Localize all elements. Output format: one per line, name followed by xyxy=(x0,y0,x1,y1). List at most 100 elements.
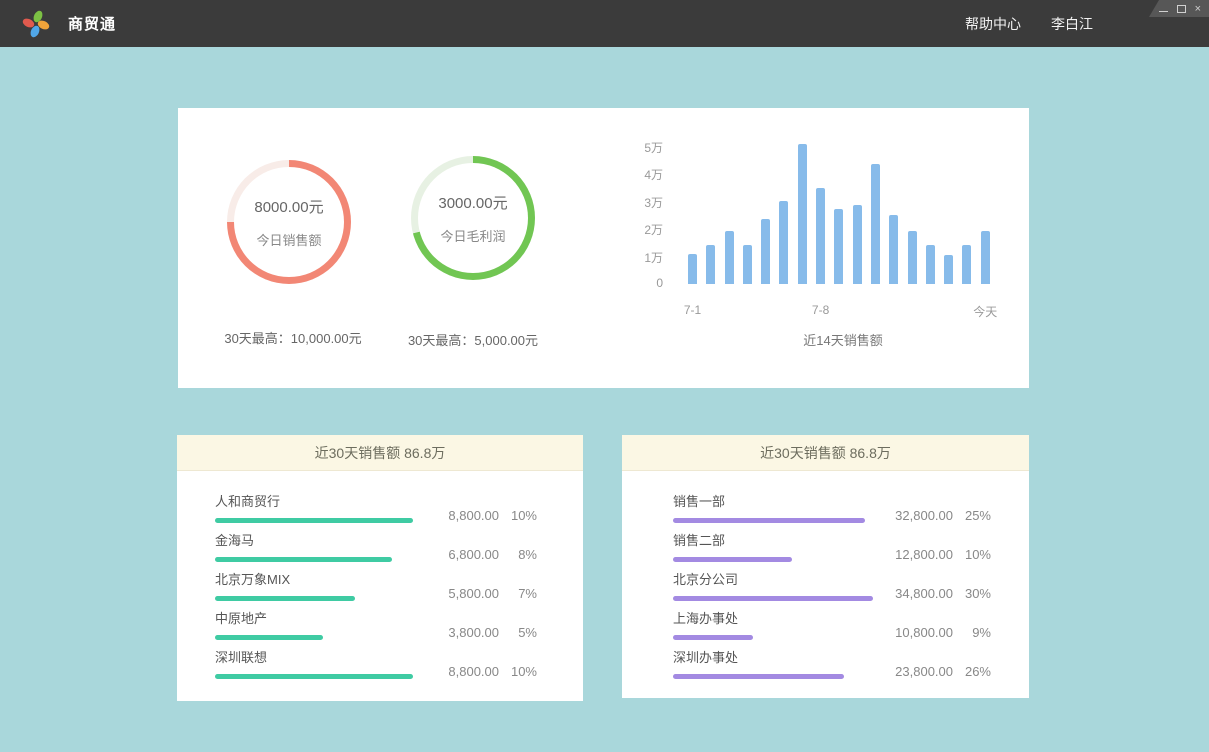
list-item[interactable]: 上海办事处 10,800.009% xyxy=(673,600,991,640)
window-controls: × xyxy=(1149,0,1209,17)
y-tick-label: 3万 xyxy=(618,194,663,211)
daily-sales-bar[interactable] xyxy=(816,188,825,284)
profit-30day-max: 30天最高：5,000.00元 xyxy=(363,330,583,349)
bar-chart-y-axis: 5万4万3万2万1万0 xyxy=(618,139,663,290)
list-item[interactable]: 深圳办事处 23,800.0026% xyxy=(673,639,991,679)
progress-bar xyxy=(673,674,844,679)
progress-bar xyxy=(215,596,355,601)
item-amount: 10,800.00 xyxy=(883,625,953,640)
item-percent: 25% xyxy=(953,508,991,523)
item-amount: 12,800.00 xyxy=(883,547,953,562)
item-percent: 5% xyxy=(499,625,537,640)
today-profit-donut: 3000.00元 今日毛利润 xyxy=(411,156,535,280)
today-profit-label: 今日毛利润 xyxy=(440,226,505,245)
customers-sales-card: 近30天销售额 86.8万 人和商贸行8,800.0010%金海马6,800.0… xyxy=(177,435,583,701)
list-item[interactable]: 北京万象MIX 5,800.007% xyxy=(215,561,537,601)
progress-bar xyxy=(673,596,873,601)
item-percent: 30% xyxy=(953,586,991,601)
daily-sales-bar[interactable] xyxy=(761,219,770,284)
y-tick-label: 4万 xyxy=(618,166,663,183)
minimize-icon[interactable] xyxy=(1159,11,1168,12)
item-amount: 8,800.00 xyxy=(429,508,499,523)
item-percent: 26% xyxy=(953,664,991,679)
list-item[interactable]: 销售二部 12,800.0010% xyxy=(673,522,991,562)
pinwheel-logo-icon xyxy=(21,9,51,39)
departments-list: 销售一部 32,800.0025% 销售二部 12,800.0010% 北京分公司 34,… xyxy=(622,471,1029,679)
y-tick-label: 2万 xyxy=(618,221,663,238)
today-profit-value: 3000.00元 xyxy=(438,192,507,213)
item-amount: 8,800.00 xyxy=(429,664,499,679)
customers-list: 人和商贸行8,800.0010%金海马6,800.008%北京万象MIX5,80… xyxy=(177,471,583,679)
item-amount: 6,800.00 xyxy=(429,547,499,562)
progress-bar xyxy=(215,518,413,523)
item-name: 深圳办事处 xyxy=(673,647,844,666)
x-tick-label: 7-1 xyxy=(684,303,701,317)
progress-bar xyxy=(673,557,792,562)
y-tick-label: 0 xyxy=(618,276,663,290)
list-item[interactable]: 人和商贸行 8,800.0010% xyxy=(215,483,537,523)
progress-bar xyxy=(215,674,413,679)
daily-sales-bar[interactable] xyxy=(798,144,807,285)
bar-chart-x-axis: 7-17-8今天 xyxy=(688,303,998,317)
daily-sales-bar[interactable] xyxy=(981,231,990,284)
close-icon[interactable]: × xyxy=(1195,4,1201,14)
user-name-link[interactable]: 李白江 xyxy=(1051,14,1093,34)
daily-sales-bar[interactable] xyxy=(944,255,953,284)
progress-bar xyxy=(215,557,392,562)
daily-sales-bar[interactable] xyxy=(908,231,917,284)
daily-sales-bar[interactable] xyxy=(962,245,971,284)
item-percent: 7% xyxy=(499,586,537,601)
summary-card: 8000.00元 今日销售额 30天最高：10,000.00元 3000.00元… xyxy=(178,108,1029,388)
app-title: 商贸通 xyxy=(68,13,116,34)
item-name: 深圳联想 xyxy=(215,647,413,666)
daily-sales-bar[interactable] xyxy=(743,245,752,284)
progress-bar xyxy=(673,518,865,523)
daily-sales-bar[interactable] xyxy=(779,201,788,284)
maximize-icon[interactable] xyxy=(1177,5,1186,13)
departments-card-header: 近30天销售额 86.8万 xyxy=(622,435,1029,471)
item-amount: 23,800.00 xyxy=(883,664,953,679)
today-sales-label: 今日销售额 xyxy=(256,230,321,249)
list-item[interactable]: 销售一部 32,800.0025% xyxy=(673,483,991,523)
item-name: 销售二部 xyxy=(673,530,792,549)
item-name: 北京万象MIX xyxy=(215,569,355,588)
daily-sales-bar[interactable] xyxy=(871,164,880,284)
item-name: 人和商贸行 xyxy=(215,491,413,510)
item-amount: 34,800.00 xyxy=(883,586,953,601)
list-item[interactable]: 金海马6,800.008% xyxy=(215,522,537,562)
today-sales-donut: 8000.00元 今日销售额 xyxy=(227,160,351,284)
daily-sales-bar[interactable] xyxy=(889,215,898,284)
item-percent: 9% xyxy=(953,625,991,640)
app-header: 商贸通 帮助中心 李白江 xyxy=(0,0,1209,47)
bar-chart-bars xyxy=(688,144,990,284)
bar-chart-title: 近14天销售额 xyxy=(688,330,998,349)
item-name: 上海办事处 xyxy=(673,608,753,627)
y-tick-label: 1万 xyxy=(618,249,663,266)
daily-sales-bar[interactable] xyxy=(725,231,734,284)
item-percent: 10% xyxy=(499,664,537,679)
daily-sales-bar[interactable] xyxy=(853,205,862,285)
item-percent: 10% xyxy=(953,547,991,562)
daily-sales-bar[interactable] xyxy=(834,209,843,284)
item-percent: 10% xyxy=(499,508,537,523)
daily-sales-bar[interactable] xyxy=(706,245,715,284)
item-name: 北京分公司 xyxy=(673,569,873,588)
list-item[interactable]: 中原地产 3,800.005% xyxy=(215,600,537,640)
donut-center: 8000.00元 今日销售额 xyxy=(234,167,344,277)
item-name: 中原地产 xyxy=(215,608,323,627)
daily-sales-bar[interactable] xyxy=(688,254,697,284)
item-amount: 32,800.00 xyxy=(883,508,953,523)
item-name: 销售一部 xyxy=(673,491,865,510)
departments-sales-card: 近30天销售额 86.8万 销售一部 32,800.0025% 销售二部 12,800… xyxy=(622,435,1029,698)
donut-center: 3000.00元 今日毛利润 xyxy=(418,163,528,273)
progress-bar xyxy=(215,635,323,640)
list-item[interactable]: 深圳联想 8,800.0010% xyxy=(215,639,537,679)
list-item[interactable]: 北京分公司 34,800.0030% xyxy=(673,561,991,601)
help-center-link[interactable]: 帮助中心 xyxy=(965,14,1021,34)
customers-card-header: 近30天销售额 86.8万 xyxy=(177,435,583,471)
progress-bar xyxy=(673,635,753,640)
item-name: 金海马 xyxy=(215,530,392,549)
item-amount: 3,800.00 xyxy=(429,625,499,640)
item-amount: 5,800.00 xyxy=(429,586,499,601)
daily-sales-bar[interactable] xyxy=(926,245,935,284)
